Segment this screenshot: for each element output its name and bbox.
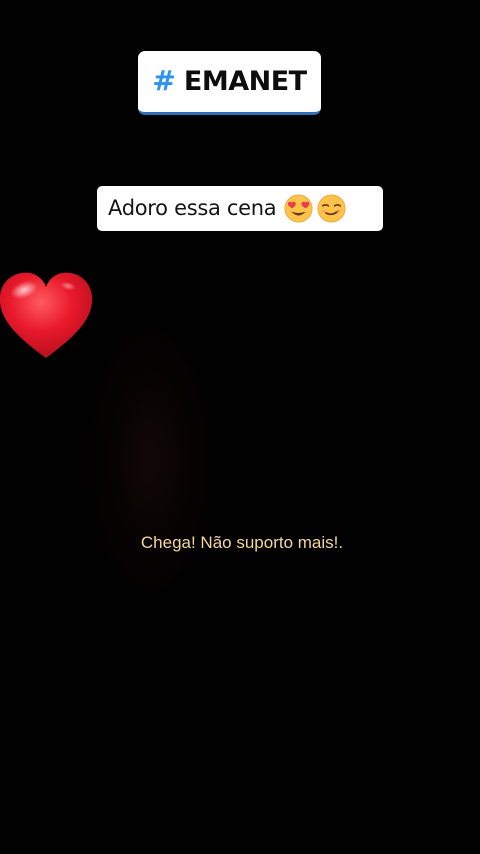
hashtag-symbol: # bbox=[152, 63, 176, 97]
heart-eyes-emoji-icon bbox=[284, 194, 313, 223]
red-heart-icon bbox=[0, 272, 93, 358]
caption-text: Adoro essa cena bbox=[108, 196, 277, 220]
video-subtitle: Chega! Não suporto mais!. bbox=[140, 533, 344, 552]
smirk-emoji-icon bbox=[317, 194, 346, 223]
caption-sticker: Adoro essa cena bbox=[97, 186, 383, 231]
hashtag-text: EMANET bbox=[183, 66, 307, 97]
hashtag-sticker[interactable]: # EMANET bbox=[138, 51, 321, 115]
